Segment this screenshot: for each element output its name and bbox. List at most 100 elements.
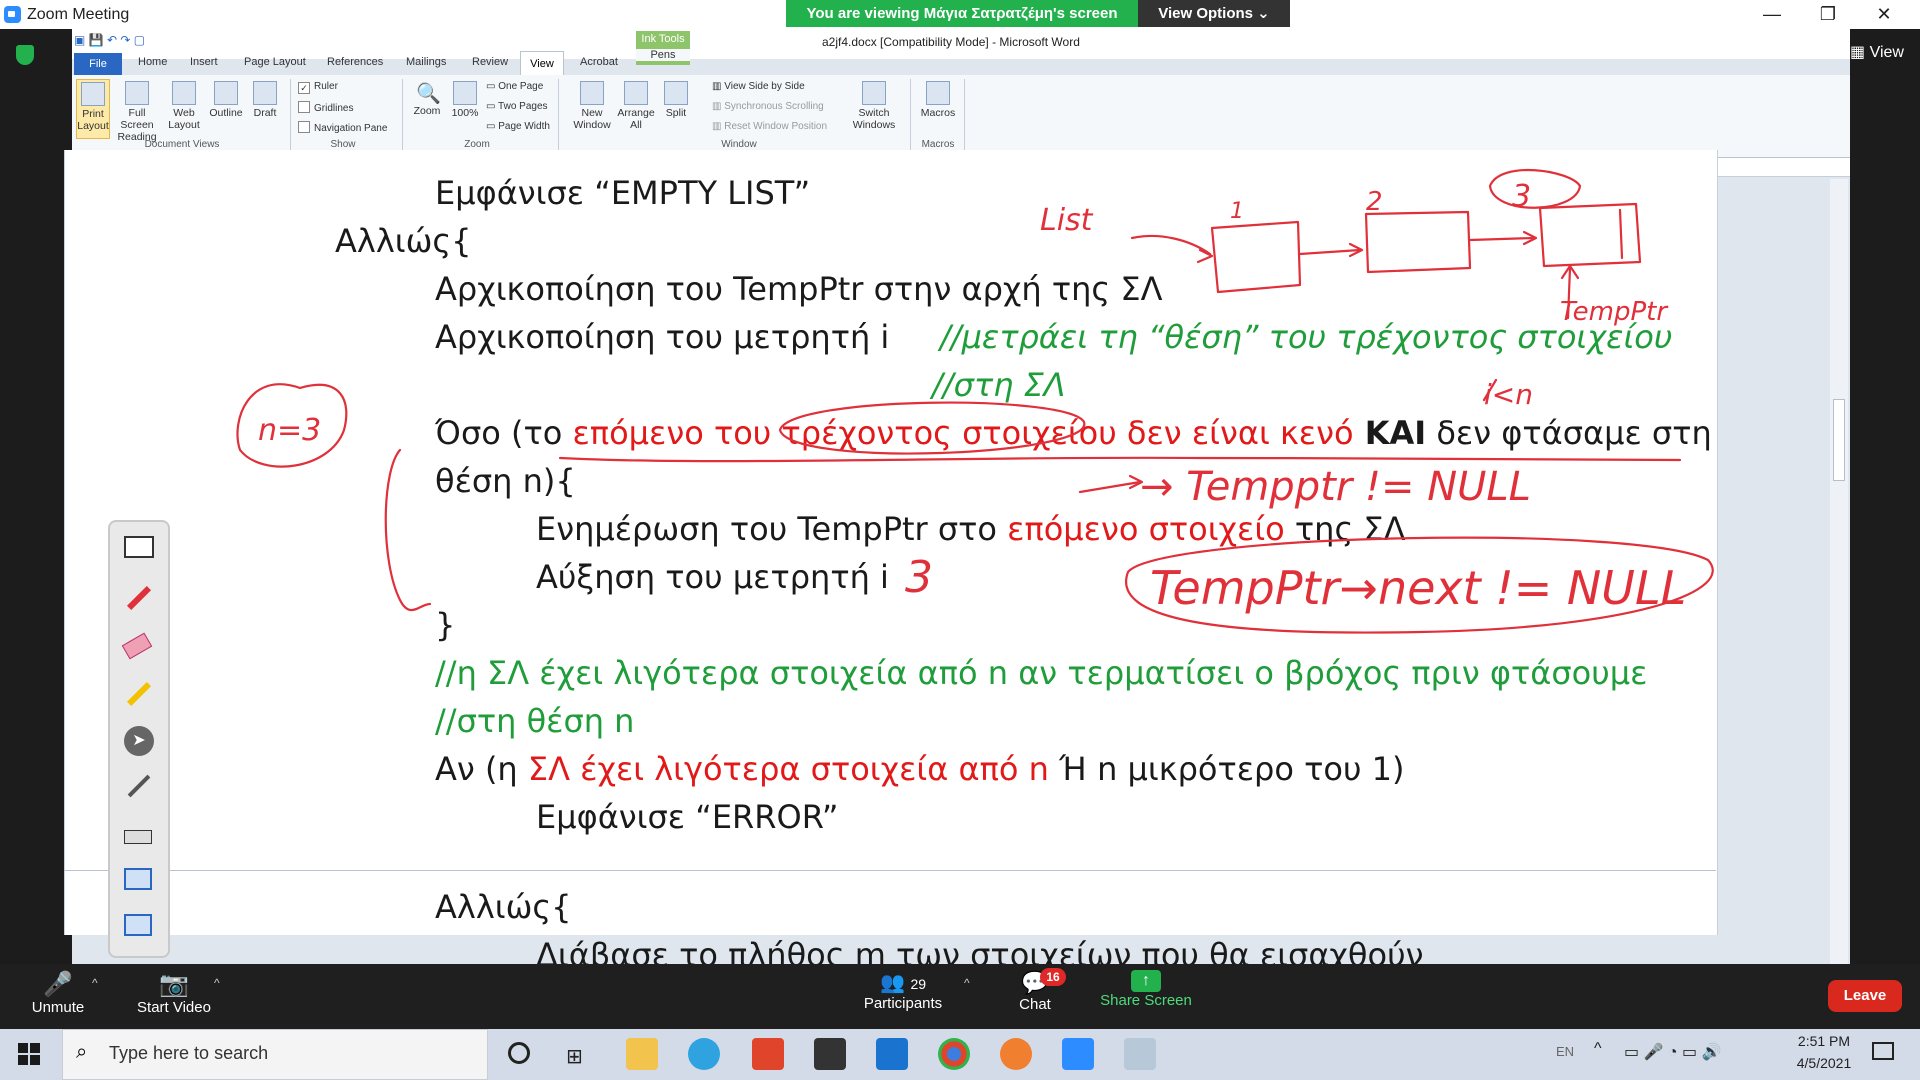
two-pages-icon: ▭ — [486, 101, 499, 112]
tab-file[interactable]: File — [74, 53, 122, 75]
checkbox-icon — [298, 121, 310, 133]
leave-button[interactable]: Leave — [1828, 980, 1902, 1012]
language-indicator[interactable]: EN — [1556, 1044, 1574, 1059]
view-label: View — [1869, 44, 1904, 61]
screen-tool[interactable] — [124, 868, 154, 896]
tab-page-layout[interactable]: Page Layout — [244, 56, 306, 68]
view-side-by-side-button[interactable]: ▥ View Side by Side — [712, 81, 805, 92]
arrange-all-icon — [624, 81, 648, 105]
scrollbar-thumb[interactable] — [1833, 399, 1845, 481]
tab-view[interactable]: View — [520, 51, 564, 76]
minimize-button[interactable]: — — [1744, 0, 1800, 29]
zoom-button[interactable]: 🔍 Zoom — [408, 79, 446, 117]
reset-window-position-button[interactable]: ▥ Reset Window Position — [712, 121, 827, 132]
presentation-tool[interactable] — [124, 914, 154, 942]
mail-icon[interactable] — [876, 1038, 908, 1070]
switch-windows-button[interactable]: Switch Windows — [846, 79, 902, 131]
word-quick-access-icons[interactable]: ▣ 💾 ↶ ↷ ▢ — [74, 33, 145, 47]
sync-scroll-label: Synchronous Scrolling — [724, 101, 824, 112]
web-layout-button[interactable]: Web Layout — [166, 79, 202, 131]
microphone-muted-icon: 🎤 — [43, 971, 73, 998]
tab-insert[interactable]: Insert — [190, 56, 218, 68]
zoom-100-button[interactable]: 100% — [448, 79, 482, 119]
taskbar-date[interactable]: 4/5/2021 — [1784, 1055, 1864, 1071]
tab-mailings[interactable]: Mailings — [406, 56, 446, 68]
participants-count: 29 — [910, 976, 927, 992]
full-screen-reading-button[interactable]: Full Screen Reading — [112, 79, 162, 143]
print-layout-button[interactable]: Print Layout — [76, 79, 110, 139]
notifications-icon[interactable] — [1872, 1042, 1894, 1060]
edge-browser-icon[interactable] — [688, 1038, 720, 1070]
pointer-tool[interactable]: ➤ — [124, 726, 154, 756]
page-width-button[interactable]: ▭ Page Width — [486, 121, 550, 132]
highlighter-tool[interactable] — [124, 680, 154, 708]
two-pages-button[interactable]: ▭ Two Pages — [486, 101, 548, 112]
pen-icon — [127, 774, 151, 798]
video-options-chevron[interactable]: ^ — [214, 976, 220, 990]
view-menu-button[interactable]: ▦ View — [1850, 42, 1904, 62]
participants-button[interactable]: 👥 29 Participants — [860, 970, 946, 1012]
monitor-icon — [124, 868, 152, 890]
synchronous-scrolling-button[interactable]: ▥ Synchronous Scrolling — [712, 101, 824, 112]
left-strip — [0, 29, 72, 964]
navigation-pane-checkbox[interactable]: Navigation Pane — [298, 121, 387, 134]
macros-button[interactable]: Macros — [916, 79, 960, 119]
tab-review[interactable]: Review — [472, 56, 508, 68]
show-hidden-icons-chevron[interactable]: ^ — [1594, 1040, 1602, 1058]
zoom-meeting-controls — [0, 964, 1920, 1029]
view-options-button[interactable]: View Options ⌄ — [1138, 0, 1290, 27]
split-button[interactable]: Split — [660, 79, 692, 119]
gridlines-checkbox[interactable]: Gridlines — [298, 101, 353, 114]
macros-icon — [926, 81, 950, 105]
tab-home[interactable]: Home — [138, 56, 167, 68]
share-screen-button[interactable]: ↑ Share Screen — [1098, 970, 1194, 1009]
windows-start-icon[interactable] — [18, 1043, 40, 1065]
close-button[interactable]: ✕ — [1856, 0, 1912, 29]
tab-references[interactable]: References — [327, 56, 383, 68]
ruler-checkbox[interactable]: ✓ Ruler — [298, 81, 338, 94]
full-screen-reading-label: Full Screen Reading — [117, 107, 157, 143]
system-tray-icons[interactable]: ▭ 🎤 ◔ ▭ 🔊 — [1624, 1042, 1722, 1062]
store-icon[interactable] — [814, 1038, 846, 1070]
pen-tool[interactable] — [124, 584, 154, 612]
doc-line: Αλλιώς{ — [435, 888, 572, 926]
doc-text: δεν φτάσαμε στη — [1426, 414, 1712, 452]
paint-icon[interactable] — [1124, 1038, 1156, 1070]
cortana-icon[interactable] — [508, 1042, 530, 1064]
screen-share-banner: You are viewing Μάγια Σατρατζέμη's scree… — [786, 0, 1138, 27]
task-view-icon[interactable]: ⊞ — [566, 1044, 583, 1069]
taskbar-time[interactable]: 2:51 PM — [1784, 1033, 1864, 1049]
doc-highlight: επόμενο στοιχείο — [1007, 510, 1285, 548]
tab-acrobat[interactable]: Acrobat — [580, 56, 618, 68]
participants-label: Participants — [863, 995, 943, 1012]
ink-tools-contextual-tab[interactable]: Ink Tools Pens — [636, 31, 690, 65]
shield-icon[interactable] — [16, 45, 34, 65]
vertical-scrollbar[interactable] — [1830, 179, 1848, 964]
chevron-down-icon: ⌄ — [1257, 5, 1270, 22]
restore-button[interactable]: ❐ — [1800, 0, 1856, 29]
print-layout-icon — [81, 82, 105, 106]
draft-button[interactable]: Draft — [248, 79, 282, 119]
doc-text: Ή n μικρότερο του 1) — [1048, 750, 1405, 788]
unmute-button[interactable]: 🎤 Unmute — [28, 970, 88, 1016]
text-annotate-tool[interactable] — [124, 536, 154, 564]
doc-line: Όσο (το επόμενο του τρέχοντος στοιχείου … — [435, 414, 1712, 452]
chrome-icon[interactable] — [938, 1038, 970, 1070]
audio-options-chevron[interactable]: ^ — [92, 976, 98, 990]
laser-pen-tool[interactable] — [124, 772, 154, 800]
arrange-all-button[interactable]: Arrange All — [616, 79, 656, 131]
page-100-icon — [453, 81, 477, 105]
office-icon[interactable] — [752, 1038, 784, 1070]
annotation-toolbar: ➤ — [108, 520, 170, 958]
file-explorer-icon[interactable] — [626, 1038, 658, 1070]
app-icon[interactable] — [1000, 1038, 1032, 1070]
one-page-button[interactable]: ▭ One Page — [486, 81, 543, 92]
outline-button[interactable]: Outline — [206, 79, 246, 119]
keyboard-tool[interactable] — [124, 822, 154, 850]
start-video-button[interactable]: 📷 Start Video — [130, 970, 218, 1016]
zoom-taskbar-icon[interactable] — [1062, 1038, 1094, 1070]
participants-chevron[interactable]: ^ — [964, 976, 970, 990]
eraser-tool[interactable] — [121, 632, 154, 660]
new-window-button[interactable]: New Window — [572, 79, 612, 131]
pens-tab[interactable]: Pens — [636, 49, 690, 61]
